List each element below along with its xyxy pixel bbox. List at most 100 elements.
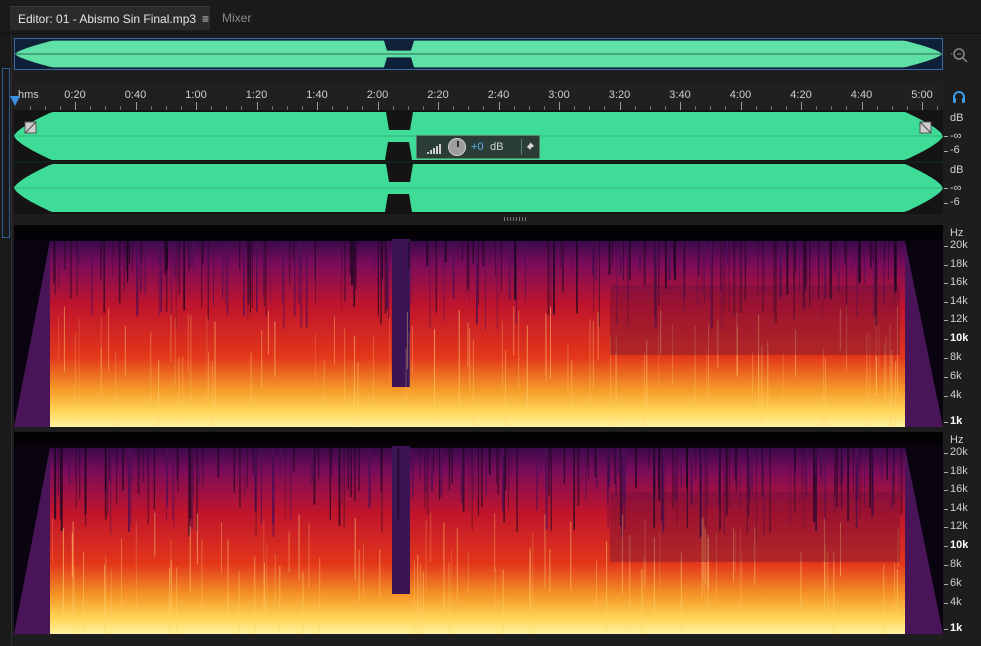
spectrogram-bright-streak	[643, 554, 645, 632]
spectrogram-bright-streak	[357, 362, 359, 425]
hz-label: 10k	[950, 332, 969, 344]
spectrogram-streak	[426, 241, 429, 267]
spectrogram-bright-streak	[74, 333, 76, 423]
hz-label: 18k	[950, 465, 968, 477]
playhead-marker[interactable]	[10, 96, 20, 106]
spectrogram-streak	[500, 241, 502, 291]
spectrogram-channel-2[interactable]	[14, 432, 943, 634]
db-label-ch1-unit: dB	[950, 112, 964, 124]
spectrogram-streak	[844, 241, 846, 264]
spectrogram-streak	[478, 241, 479, 306]
ruler-tick-label: 0:40	[124, 89, 147, 101]
spectrogram-streak	[330, 448, 333, 476]
spectrogram-bright-streak	[458, 310, 460, 405]
spectrogram-bright-streak	[833, 551, 835, 634]
spectrogram-streak	[142, 448, 144, 483]
spectrogram-streak	[576, 241, 578, 314]
spectrogram-bright-streak	[425, 520, 427, 592]
spectrogram-streak	[112, 241, 114, 277]
spectrogram-bright-streak	[169, 568, 170, 634]
spectrogram-streak	[350, 448, 352, 483]
hz-tick	[944, 453, 948, 454]
tab-mixer[interactable]: Mixer	[222, 6, 251, 30]
headphones-icon[interactable]	[951, 89, 967, 105]
spectrogram-streak	[282, 241, 283, 303]
spectrogram-streak	[643, 241, 646, 286]
spectrogram-bright-streak	[680, 552, 682, 631]
spectrogram-streak	[461, 241, 463, 262]
spectrogram-bright-streak	[196, 513, 198, 565]
spectrogram-streak	[635, 448, 637, 489]
spectrogram-bright-streak	[494, 513, 496, 573]
view-splitter[interactable]	[14, 214, 943, 224]
spectrogram-streak	[351, 241, 354, 286]
spectrogram-bright-streak	[135, 521, 137, 619]
db-label-ch2-6: -6	[950, 196, 960, 208]
zoom-icon[interactable]	[949, 44, 971, 66]
tab-menu-icon[interactable]: ≡	[202, 7, 209, 31]
spectrogram-streak	[164, 241, 167, 274]
hz-label: 20k	[950, 239, 968, 251]
spectrogram-streak	[270, 241, 271, 305]
spectrogram-streak	[888, 241, 889, 280]
spectrogram-streak	[207, 241, 210, 265]
spectrogram-streak	[734, 448, 737, 480]
fade-out-handle[interactable]	[919, 121, 932, 134]
spectrogram-streak	[272, 448, 275, 524]
spectrogram-bright-streak	[354, 336, 355, 410]
hz-tick	[944, 629, 948, 630]
spectrogram-streak	[251, 241, 253, 308]
spectrogram-streak	[764, 241, 766, 293]
spectrogram-bright-streak	[494, 567, 496, 610]
spectrogram-streak	[265, 241, 267, 316]
spectrogram-streak	[709, 448, 712, 471]
spectrogram-streak	[188, 448, 190, 537]
spectrogram-streak	[225, 241, 226, 305]
spectrogram-streak	[814, 448, 816, 476]
spectrogram-bright-streak	[501, 321, 503, 391]
hz-label: 4k	[950, 596, 962, 608]
spectrogram-bright-streak	[597, 311, 599, 360]
volume-hud[interactable]: +0 dB	[416, 135, 540, 159]
db-label-ch1-6: -6	[950, 144, 960, 156]
spectrogram-streak	[104, 448, 107, 520]
waveform-display[interactable]	[14, 110, 943, 214]
spectrogram-streak	[68, 448, 71, 484]
spectrogram-streak	[673, 241, 675, 269]
ruler-tick-label: 1:40	[306, 89, 328, 101]
frequency-scale-1: Hz 20k 18k 16k 14k 12k 10k 8k 6k 4k 1k	[944, 225, 981, 427]
spectrogram-streak	[495, 241, 496, 277]
spectrogram-bright-streak	[372, 336, 374, 413]
spectrogram-streak	[482, 241, 485, 267]
tab-editor[interactable]: Editor: 01 - Abismo Sin Final.mp3 ≡	[10, 6, 210, 30]
spectrogram-bright-streak	[74, 566, 76, 634]
hz-label: 20k	[950, 446, 968, 458]
ruler-major-tick	[619, 102, 621, 110]
spectrogram-streak	[837, 241, 840, 293]
spectrogram-streak	[289, 241, 291, 286]
spectrogram-bright-streak	[334, 316, 335, 364]
spectrogram-streak	[607, 448, 609, 530]
spectrogram-streak	[511, 241, 513, 265]
spectrogram-bright-streak	[190, 315, 192, 408]
time-ruler[interactable]: 0:20 0:40 1:00 1:20 1:40 2:00 2:20 2:40 3:00 3:20…	[14, 86, 943, 110]
fade-in-handle[interactable]	[24, 121, 37, 134]
spectrogram-1-svg	[14, 225, 943, 427]
hz-tick	[944, 339, 948, 340]
spectrogram-streak	[243, 241, 245, 316]
hz-tick	[944, 265, 948, 266]
overview-navigator[interactable]	[14, 38, 943, 70]
splitter-grip[interactable]	[504, 217, 526, 221]
volume-knob[interactable]	[448, 138, 466, 156]
spectrogram-streak	[130, 448, 132, 526]
spectrogram-streak	[489, 241, 491, 264]
volume-value[interactable]: +0	[471, 141, 484, 153]
spectrogram-streak	[246, 448, 248, 489]
spectrogram-streak	[290, 448, 292, 520]
spectrogram-channel-1[interactable]	[14, 225, 943, 427]
spectrogram-streak	[54, 448, 57, 520]
spectrogram-streak	[898, 448, 899, 493]
spectrogram-streak	[560, 241, 562, 269]
pin-icon[interactable]	[521, 139, 537, 155]
spectrogram-streak	[226, 241, 229, 315]
